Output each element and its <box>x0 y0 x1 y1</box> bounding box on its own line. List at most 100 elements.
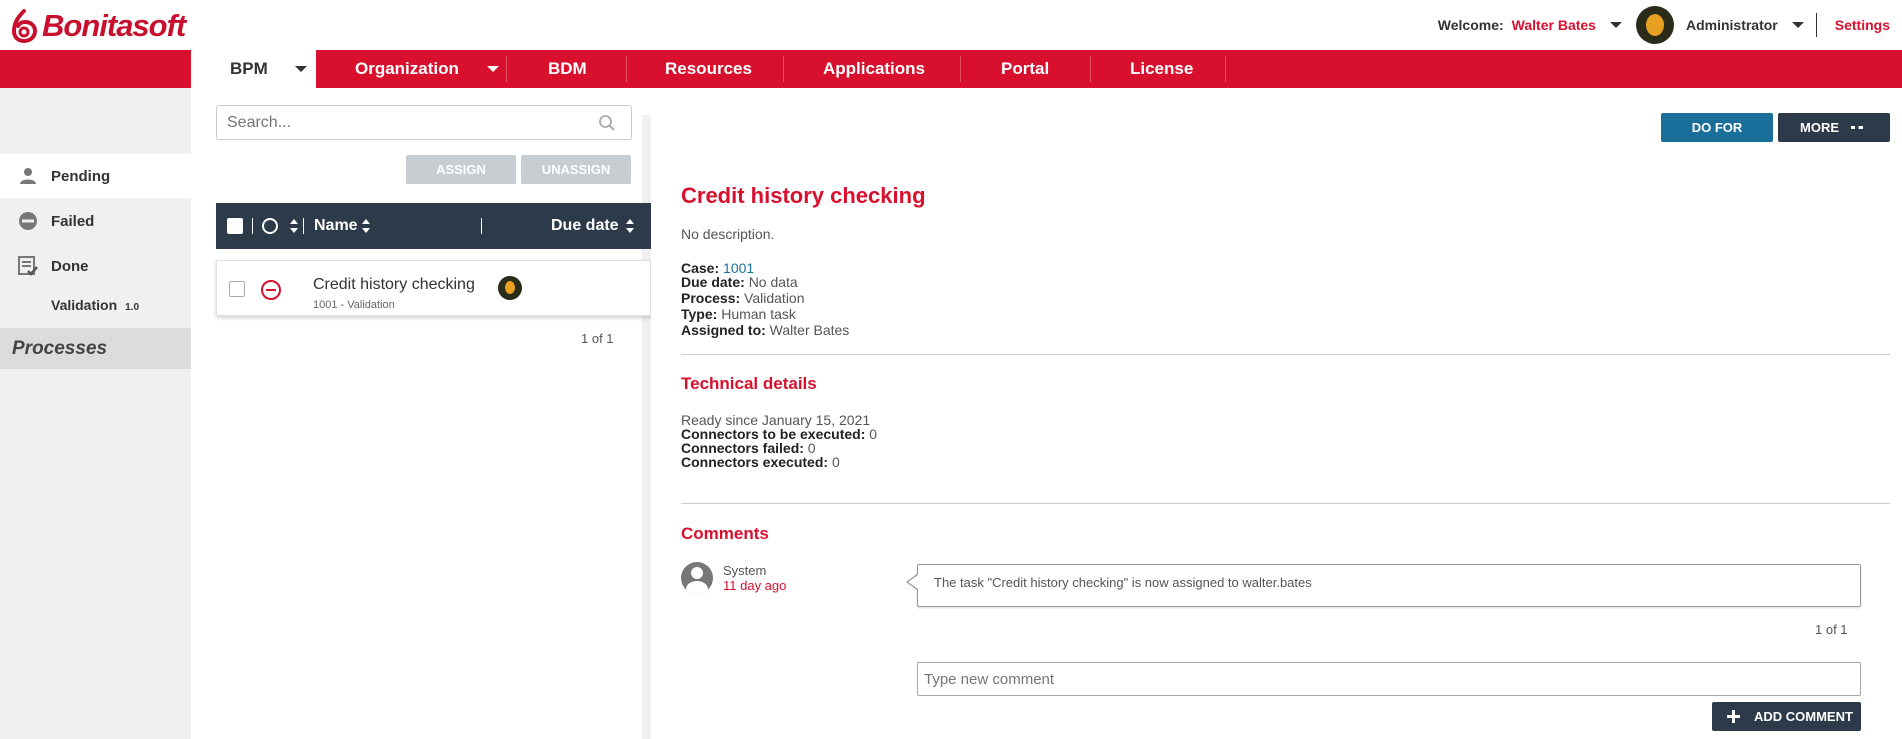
do-for-button[interactable]: DO FOR <box>1661 113 1773 142</box>
more-dots-icon <box>1851 126 1863 129</box>
done-icon <box>18 256 38 276</box>
task-list-pane <box>191 88 651 739</box>
field-value: Walter Bates <box>769 322 850 338</box>
field-label: Due date: <box>681 274 745 290</box>
nav-label: BDM <box>548 59 587 78</box>
sidebar-item-process-validation[interactable]: Validation 1.0 <box>51 297 139 313</box>
technical-details-heading: Technical details <box>681 374 817 393</box>
settings-link[interactable]: Settings <box>1835 17 1890 33</box>
add-comment-button[interactable]: ADD COMMENT <box>1712 702 1861 731</box>
nav-label: Organization <box>355 59 459 78</box>
table-header: Name Due date <box>216 203 651 249</box>
bonitasoft-logo-icon <box>11 9 38 43</box>
failed-icon <box>19 212 37 230</box>
field-value: 0 <box>831 454 840 470</box>
column-divider <box>303 218 304 234</box>
bonitasoft-logo[interactable]: Bonitasoft <box>10 8 186 44</box>
sidebar: Pending Failed Done Processes <box>0 88 191 739</box>
welcome-label: Welcome: <box>1437 17 1504 33</box>
select-all-checkbox[interactable] <box>227 218 243 234</box>
new-comment-input[interactable] <box>917 662 1861 696</box>
list-pagination: 1 of 1 <box>581 331 614 346</box>
comment-author: System <box>723 563 767 578</box>
field-process: Process: Validation <box>681 290 805 306</box>
task-description: No description. <box>681 226 775 242</box>
comments-pagination: 1 of 1 <box>1815 622 1848 637</box>
assignee-avatar <box>498 276 522 300</box>
state-column-icon <box>262 218 278 234</box>
user-avatar[interactable] <box>1635 6 1674 44</box>
comment-author-avatar <box>681 562 713 594</box>
divider <box>681 354 1890 355</box>
chevron-down-icon <box>295 66 307 72</box>
more-button[interactable]: MORE <box>1778 113 1890 142</box>
brand-name: Bonitasoft <box>42 8 186 43</box>
comment-time: 11 day ago <box>723 578 787 593</box>
sidebar-item-label: Done <box>51 257 89 275</box>
connectors-executed: Connectors executed: 0 <box>681 454 840 470</box>
nav-item-portal[interactable]: Portal <box>960 50 1090 88</box>
field-label: Type: <box>681 306 718 322</box>
nav-label: License <box>1130 59 1194 78</box>
nav-item-license[interactable]: License <box>1090 50 1225 88</box>
processes-heading: Processes <box>0 328 191 369</box>
nav-label: Portal <box>1001 59 1050 78</box>
user-name[interactable]: Walter Bates <box>1512 17 1596 33</box>
header-divider <box>1815 13 1817 37</box>
user-icon <box>20 168 36 184</box>
failed-state-icon <box>261 280 281 300</box>
chevron-down-icon <box>487 66 499 72</box>
field-value: 0 <box>869 426 878 442</box>
field-value: Human task <box>721 306 796 322</box>
add-comment-label: ADD COMMENT <box>1754 709 1853 724</box>
user-menu-caret-icon[interactable] <box>1609 22 1622 28</box>
assign-button[interactable]: ASSIGN <box>406 155 516 184</box>
unassign-button[interactable]: UNASSIGN <box>521 155 631 184</box>
comment-text: The task "Credit history checking" is no… <box>934 575 1312 590</box>
nav-item-bdm[interactable]: BDM <box>506 50 626 88</box>
sidebar-item-failed[interactable]: Failed <box>0 199 191 243</box>
sidebar-item-label: Failed <box>51 212 95 230</box>
comment-bubble: The task "Credit history checking" is no… <box>917 564 1861 607</box>
task-subtitle: 1001 - Validation <box>313 299 395 311</box>
field-due-date: Due date: No data <box>681 274 798 290</box>
column-header-name[interactable]: Name <box>314 217 358 235</box>
column-divider <box>252 218 253 234</box>
sidebar-item-label: Pending <box>51 167 111 185</box>
field-value: Validation <box>744 290 805 306</box>
field-assigned-to: Assigned to: Walter Bates <box>681 322 849 338</box>
search-input[interactable] <box>216 105 632 140</box>
column-divider <box>481 218 482 234</box>
task-name[interactable]: Credit history checking <box>313 276 475 294</box>
process-name: Validation <box>51 297 118 313</box>
comment-bubble-tip-inner <box>908 575 918 589</box>
nav-item-applications[interactable]: Applications <box>783 50 960 88</box>
sort-name-icon[interactable] <box>362 219 370 233</box>
field-type: Type: Human task <box>681 306 796 322</box>
top-bar: Bonitasoft Welcome: Walter Bates Adminis… <box>0 0 1902 50</box>
sort-due-date-icon[interactable] <box>626 219 634 233</box>
sidebar-item-done[interactable]: Done <box>0 244 191 288</box>
comments-heading: Comments <box>681 524 769 543</box>
column-header-due-date[interactable]: Due date <box>551 217 619 235</box>
more-label: MORE <box>1800 120 1839 135</box>
process-version: 1.0 <box>125 302 140 313</box>
user-area: Welcome: Walter Bates Administrator Sett… <box>1438 0 1902 50</box>
table-row[interactable]: Credit history checking 1001 - Validatio… <box>216 260 651 316</box>
role-menu-caret-icon[interactable] <box>1791 22 1804 28</box>
nav-label: Applications <box>823 59 926 78</box>
nav-item-bpm[interactable]: BPM <box>191 50 316 88</box>
search-icon[interactable] <box>598 114 616 132</box>
field-value: No data <box>748 274 798 290</box>
row-checkbox[interactable] <box>229 281 245 297</box>
profile-role[interactable]: Administrator <box>1686 17 1778 33</box>
divider <box>681 503 1890 504</box>
field-label: Process: <box>681 290 741 306</box>
sort-state-icon[interactable] <box>290 219 298 233</box>
sidebar-item-pending[interactable]: Pending <box>0 154 191 198</box>
nav-item-resources[interactable]: Resources <box>626 50 783 88</box>
field-label: Assigned to: <box>681 322 766 338</box>
field-label: Connectors executed: <box>681 454 829 470</box>
nav-item-organization[interactable]: Organization <box>316 50 506 88</box>
nav-label: Resources <box>665 59 752 78</box>
